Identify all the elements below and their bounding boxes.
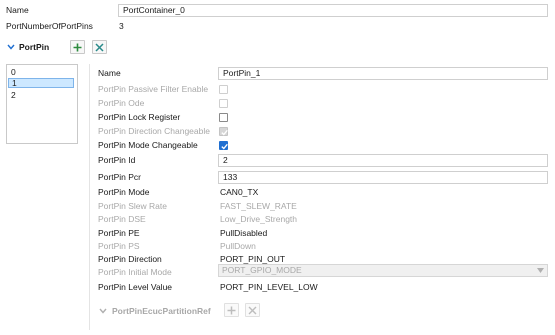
field-label: Name (98, 68, 121, 78)
check-icon (221, 129, 228, 136)
add-partition-ref-button (224, 303, 239, 317)
x-icon (248, 306, 257, 315)
field-label: PortPin Direction Changeable (98, 126, 210, 136)
field-label: PortPin Level Value (98, 282, 173, 292)
ode-checkbox (219, 99, 228, 108)
field-label: PortPin PE (98, 228, 140, 238)
field-label: PortPin Mode Changeable (98, 140, 198, 150)
field-label: PortPin Ode (98, 98, 145, 108)
field-label: PortPin PS (98, 241, 140, 251)
initial-mode-select: PORT_GPIO_MODE (218, 264, 548, 277)
list-item[interactable]: 2 (8, 90, 74, 100)
detail-panel-divider (89, 64, 90, 330)
field-label: PortPin Direction (98, 254, 162, 264)
field-label: PortPin Initial Mode (98, 267, 172, 277)
list-item[interactable]: 0 (8, 67, 74, 77)
portpin-list[interactable]: 0 1 2 (6, 64, 78, 144)
dse-value: Low_Drive_Strength (220, 214, 298, 224)
lock-register-checkbox[interactable] (219, 113, 228, 122)
name-label: Name (6, 5, 29, 15)
partition-ref-title: PortPinEcucPartitionRef (112, 306, 211, 316)
field-label: PortPin Pcr (98, 172, 141, 182)
initial-mode-value: PORT_GPIO_MODE (222, 265, 302, 275)
list-item-selected[interactable]: 1 (8, 78, 74, 88)
portpin-id-field[interactable]: 2 (218, 154, 548, 167)
pe-value: PullDisabled (220, 228, 268, 238)
port-number-of-pins-value: 3 (119, 21, 124, 31)
chevron-down-icon (99, 307, 107, 315)
chevron-down-icon[interactable] (7, 43, 15, 51)
remove-partition-ref-button (245, 303, 260, 317)
dropdown-arrow-icon (537, 268, 544, 273)
field-label: PortPin Lock Register (98, 112, 181, 122)
plus-icon (73, 43, 82, 52)
field-label: PortPin Id (98, 155, 136, 165)
portpin-mode-value: CAN0_TX (220, 187, 259, 197)
field-label: PortPin Passive Filter Enable (98, 84, 209, 94)
x-icon (95, 43, 104, 52)
remove-portpin-button[interactable] (92, 40, 107, 54)
passive-filter-checkbox (219, 85, 228, 94)
slew-rate-value: FAST_SLEW_RATE (220, 201, 297, 211)
add-portpin-button[interactable] (70, 40, 85, 54)
field-label: PortPin Mode (98, 187, 150, 197)
section-title-portpin: PortPin (19, 42, 50, 52)
portpin-name-field[interactable]: PortPin_1 (218, 67, 548, 80)
portpin-pcr-field[interactable]: 133 (218, 171, 548, 184)
container-name-field[interactable]: PortContainer_0 (118, 4, 548, 17)
ps-value: PullDown (220, 241, 256, 251)
plus-icon (227, 306, 236, 315)
check-icon (221, 143, 228, 150)
direction-changeable-checkbox (219, 127, 228, 136)
port-number-of-pins-label: PortNumberOfPortPins (6, 21, 93, 31)
field-label: PortPin Slew Rate (98, 201, 167, 211)
field-label: PortPin DSE (98, 214, 146, 224)
mode-changeable-checkbox[interactable] (219, 141, 228, 150)
level-value-value: PORT_PIN_LEVEL_LOW (220, 282, 318, 292)
